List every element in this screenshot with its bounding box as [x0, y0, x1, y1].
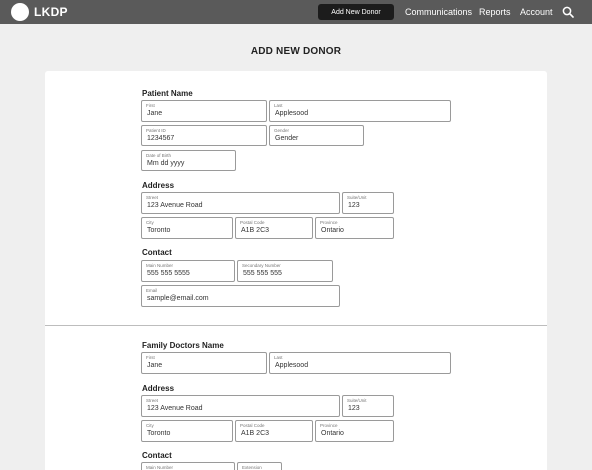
top-navigation-bar: LKDP Add New Donor Communications Report…	[0, 0, 592, 24]
doctor-suite-unit-field[interactable]: Suite/Unit 123	[342, 395, 394, 417]
field-value: 123	[348, 405, 360, 412]
gender-field[interactable]: Gender Gender	[269, 125, 364, 146]
field-label: Street	[146, 195, 159, 200]
field-label: Postal Code	[240, 423, 265, 428]
field-label: First	[146, 103, 155, 108]
nav-reports[interactable]: Reports	[479, 7, 511, 17]
field-value: 123	[348, 202, 360, 209]
field-label: Suite/Unit	[347, 398, 367, 403]
search-icon[interactable]	[562, 6, 574, 18]
brand-name[interactable]: LKDP	[34, 5, 68, 19]
field-value: Applesood	[275, 362, 309, 369]
doctor-province-field[interactable]: Province Ontario	[315, 420, 394, 442]
field-value: Ontario	[321, 227, 344, 234]
field-value: 555 555 5555	[147, 270, 190, 277]
field-value: Jane	[147, 110, 163, 117]
field-value: 1234567	[147, 135, 175, 142]
nav-communications[interactable]: Communications	[405, 7, 472, 17]
field-label: Last	[274, 355, 283, 360]
field-label: Province	[320, 423, 338, 428]
main-number-field[interactable]: Main Number 555 555 5555	[141, 260, 235, 282]
field-value: 123 Avenue Road	[147, 202, 203, 209]
field-value: A1B 2C3	[241, 227, 270, 234]
field-value: A1B 2C3	[241, 430, 270, 437]
patient-last-name-field[interactable]: Last Applesood	[269, 100, 451, 122]
patient-first-name-field[interactable]: First Jane	[141, 100, 267, 122]
field-value: Jane	[147, 362, 163, 369]
field-value: 123 Avenue Road	[147, 405, 203, 412]
patient-address-heading: Address	[142, 181, 175, 190]
email-field[interactable]: Email sample@email.com	[141, 285, 340, 307]
section-divider	[45, 325, 547, 326]
province-field[interactable]: Province Ontario	[315, 217, 394, 239]
postal-code-field[interactable]: Postal Code A1B 2C3	[235, 217, 313, 239]
field-label: Secondary Number	[242, 263, 281, 268]
field-value: Toronto	[147, 227, 171, 234]
field-label: Patient ID	[146, 128, 166, 133]
date-of-birth-field[interactable]: Date of Birth Mm dd yyyy	[141, 150, 236, 171]
doctor-main-number-field[interactable]: Main Number	[141, 462, 235, 470]
field-label: Suite/Unit	[347, 195, 367, 200]
doctor-address-heading: Address	[142, 384, 175, 393]
logo-icon[interactable]	[11, 3, 29, 21]
field-label: Main Number	[146, 263, 174, 268]
field-value: Mm dd yyyy	[147, 160, 185, 167]
field-value: Applesood	[275, 110, 309, 117]
page-title: ADD NEW DONOR	[250, 46, 342, 57]
nav-account[interactable]: Account	[520, 7, 553, 17]
doctor-postal-code-field[interactable]: Postal Code A1B 2C3	[235, 420, 313, 442]
field-label: Gender	[274, 128, 290, 133]
field-label: Province	[320, 220, 338, 225]
street-field[interactable]: Street 123 Avenue Road	[141, 192, 340, 214]
doctor-street-field[interactable]: Street 123 Avenue Road	[141, 395, 340, 417]
patient-name-heading: Patient Name	[142, 89, 193, 98]
suite-unit-field[interactable]: Suite/Unit 123	[342, 192, 394, 214]
family-doctor-heading: Family Doctors Name	[142, 341, 224, 350]
field-value: Toronto	[147, 430, 171, 437]
add-new-donor-button[interactable]: Add New Donor	[318, 4, 394, 20]
extension-field[interactable]: Extension	[237, 462, 282, 470]
field-label: City	[146, 220, 154, 225]
field-label: First	[146, 355, 155, 360]
field-label: Date of Birth	[146, 153, 172, 158]
field-value: sample@email.com	[147, 295, 209, 302]
field-label: Main Number	[146, 465, 174, 470]
field-label: City	[146, 423, 154, 428]
field-label: Street	[146, 398, 159, 403]
field-value: Ontario	[321, 430, 344, 437]
patient-id-field[interactable]: Patient ID 1234567	[141, 125, 267, 146]
field-label: Postal Code	[240, 220, 265, 225]
field-value: 555 555 555	[243, 270, 282, 277]
field-label: Last	[274, 103, 283, 108]
city-field[interactable]: City Toronto	[141, 217, 233, 239]
field-value: Gender	[275, 135, 299, 142]
field-label: Email	[146, 288, 158, 293]
doctor-last-name-field[interactable]: Last Applesood	[269, 352, 451, 374]
doctor-city-field[interactable]: City Toronto	[141, 420, 233, 442]
doctor-contact-heading: Contact	[142, 451, 172, 460]
secondary-number-field[interactable]: Secondary Number 555 555 555	[237, 260, 333, 282]
doctor-first-name-field[interactable]: First Jane	[141, 352, 267, 374]
contact-heading: Contact	[142, 248, 172, 257]
field-label: Extension	[242, 465, 262, 470]
